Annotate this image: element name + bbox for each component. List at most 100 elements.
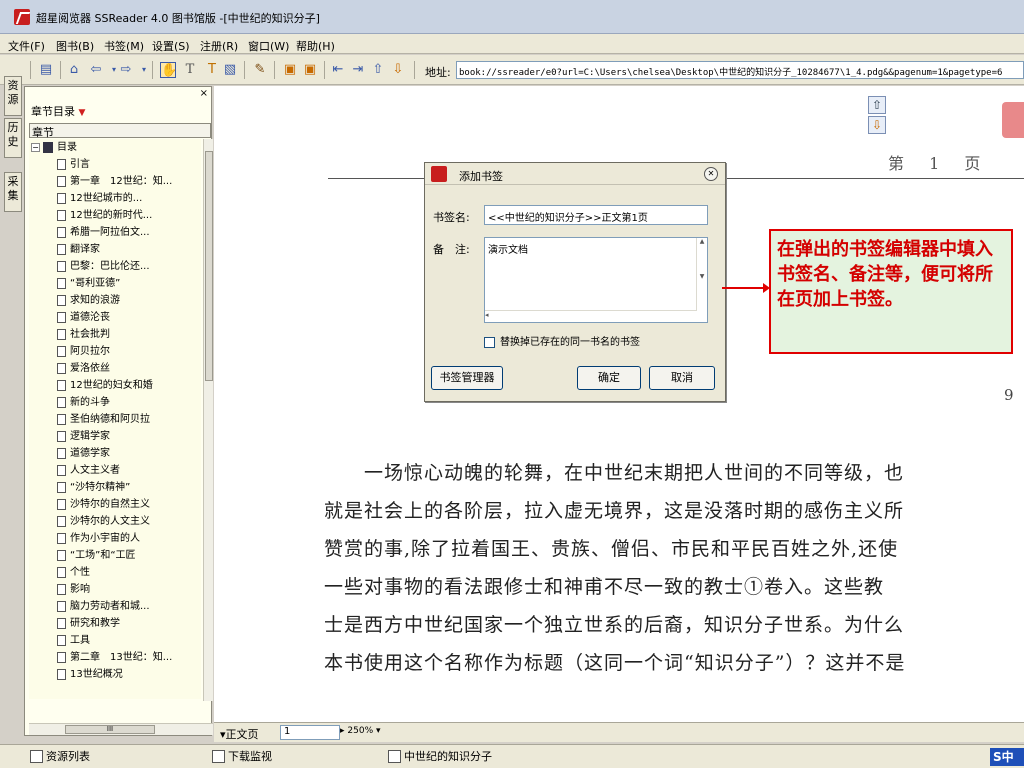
tree-item[interactable]: “沙特尔精神” <box>57 479 199 496</box>
page-down-icon[interactable]: ⇩ <box>390 62 406 78</box>
tree-vertical-scrollbar[interactable] <box>203 139 213 701</box>
page-down-icon[interactable]: ⇩ <box>868 116 886 134</box>
menu-window[interactable]: 窗口(W) <box>248 38 289 54</box>
page-up-icon[interactable]: ⇧ <box>370 62 386 78</box>
tree-item[interactable]: 阿贝拉尔 <box>57 343 199 360</box>
note-field[interactable]: 演示文档 ▲ ▼ ◂ <box>484 237 708 323</box>
tree-item[interactable]: 作为小宇宙的人 <box>57 530 199 547</box>
tree-item[interactable]: 脑力劳动者和城... <box>57 598 199 615</box>
tree-item[interactable]: 个性 <box>57 564 199 581</box>
status-download-monitor[interactable]: 下载监视 <box>210 748 380 766</box>
tree-item-label: “沙特尔精神” <box>70 482 131 493</box>
note-vertical-scrollbar[interactable]: ▲ ▼ <box>696 238 707 310</box>
tree-item[interactable]: 道德沦丧 <box>57 309 199 326</box>
tree-item[interactable]: 求知的浪游 <box>57 292 199 309</box>
tree-item[interactable]: “哥利亚德” <box>57 275 199 292</box>
bookmark-manager-button[interactable]: 书签管理器 <box>431 366 503 390</box>
tree-item[interactable]: 人文主义者 <box>57 462 199 479</box>
tab-history[interactable]: 历史 <box>4 118 22 158</box>
tree-item[interactable]: 逻辑学家 <box>57 428 199 445</box>
first-page-icon[interactable]: ⇤ <box>330 62 346 78</box>
tree-item[interactable]: 社会批判 <box>57 326 199 343</box>
close-icon[interactable]: ✕ <box>704 167 718 181</box>
page-header: 第 1 页 <box>888 154 991 173</box>
scroll-thumb[interactable] <box>205 151 213 381</box>
tree-item-label: 社会批判 <box>70 329 110 340</box>
hand-tool-icon[interactable]: ✋ <box>160 62 177 78</box>
status-open-book[interactable]: 中世纪的知识分子 <box>386 748 586 766</box>
tree-item[interactable]: 圣伯纳德和阿贝拉 <box>57 411 199 428</box>
tree-item[interactable]: 工具 <box>57 632 199 649</box>
tree-item-label: 翻译家 <box>70 244 100 255</box>
note-horizontal-scrollbar[interactable]: ◂ <box>485 310 697 321</box>
tree-item[interactable]: 12世纪的妇女和婚 <box>57 377 199 394</box>
tree-horizontal-scrollbar[interactable]: III <box>29 723 213 735</box>
forward-dropdown-icon[interactable]: ▾ <box>136 62 152 78</box>
page-number-input[interactable]: 1 <box>280 725 340 740</box>
page-up-icon[interactable]: ⇧ <box>868 96 886 114</box>
page-icon <box>57 311 66 323</box>
menu-bookmark[interactable]: 书签(M) <box>104 38 144 54</box>
tree-item[interactable]: 研究和教学 <box>57 615 199 632</box>
scroll-thumb[interactable]: III <box>65 725 155 734</box>
chapter-dropdown[interactable]: 章节目录 ▼ <box>31 103 85 119</box>
replace-checkbox-row[interactable]: 替换掉已存在的同一书名的书签 <box>484 333 640 348</box>
tree-item[interactable]: 第二章 13世纪：知... <box>57 649 199 666</box>
bookmark-add-icon[interactable]: ▣ <box>282 62 298 78</box>
status-bar: 资源列表 下载监视 中世纪的知识分子 S中 <box>0 744 1024 768</box>
tree-item[interactable]: 13世纪概况 <box>57 666 199 683</box>
page-type-dropdown[interactable]: ▾正文页 <box>220 726 259 742</box>
marker-icon[interactable]: ✎ <box>252 62 268 78</box>
tree-item[interactable]: 翻译家 <box>57 241 199 258</box>
back-icon[interactable]: ⇦ <box>88 62 104 78</box>
tree-item[interactable]: 爱洛依丝 <box>57 360 199 377</box>
bookmark-name-field[interactable]: <<中世纪的知识分子>>正文第1页 <box>484 205 708 225</box>
tree-item[interactable]: 12世纪城市的... <box>57 190 199 207</box>
toolbar-separator <box>60 61 61 79</box>
menu-register[interactable]: 注册(R) <box>200 38 238 54</box>
tree-item[interactable]: 12世纪的新时代... <box>57 207 199 224</box>
page-icon <box>57 583 66 595</box>
tree-item[interactable]: 第一章 12世纪：知... <box>57 173 199 190</box>
tree-item[interactable]: 希腊一阿拉伯文... <box>57 224 199 241</box>
input-method-icon[interactable]: S中 <box>990 748 1024 766</box>
tree-item-label: “哥利亚德” <box>70 278 121 289</box>
menu-file[interactable]: 文件(F) <box>8 38 45 54</box>
address-field[interactable]: book://ssreader/e0?url=C:\Users\chelsea\… <box>456 61 1024 79</box>
tree-item[interactable]: 影响 <box>57 581 199 598</box>
tree-item[interactable]: 沙特尔的自然主义 <box>57 496 199 513</box>
forward-icon[interactable]: ⇨ <box>118 62 134 78</box>
tab-collect[interactable]: 采集 <box>4 172 22 212</box>
text-recognize-icon[interactable]: T <box>204 62 220 78</box>
collapse-icon[interactable]: − <box>31 142 40 152</box>
menu-settings[interactable]: 设置(S) <box>152 38 190 54</box>
last-page-icon[interactable]: ⇥ <box>350 62 366 78</box>
ok-button[interactable]: 确定 <box>577 366 641 390</box>
tree-item[interactable]: 引言 <box>57 156 199 173</box>
status-label: 中世纪的知识分子 <box>404 750 492 763</box>
page-icon <box>57 651 66 663</box>
zoom-dropdown[interactable]: ▸ 250% ▾ <box>340 726 381 736</box>
tab-resources[interactable]: 资源 <box>4 76 22 116</box>
tree-item[interactable]: 沙特尔的人文主义 <box>57 513 199 530</box>
tree-item[interactable]: “工场”和“工匠 <box>57 547 199 564</box>
bookmark-icon[interactable]: ▣ <box>302 62 318 78</box>
cancel-button[interactable]: 取消 <box>649 366 715 390</box>
toolbar-separator <box>274 61 275 79</box>
menu-book[interactable]: 图书(B) <box>56 38 94 54</box>
app-logo-icon <box>14 9 30 25</box>
close-icon[interactable]: × <box>200 88 208 99</box>
tree-item[interactable]: − 目录 <box>31 139 199 156</box>
text-select-icon[interactable]: T <box>182 62 198 78</box>
page-icon <box>57 464 66 476</box>
column-header: 章节 <box>29 123 211 139</box>
tree-item[interactable]: 道德学家 <box>57 445 199 462</box>
replace-checkbox[interactable] <box>484 336 495 348</box>
home-icon[interactable]: ⌂ <box>66 62 82 78</box>
status-resource-list[interactable]: 资源列表 <box>28 748 208 766</box>
tree-item[interactable]: 新的斗争 <box>57 394 199 411</box>
tree-item[interactable]: 巴黎：巴比伦还... <box>57 258 199 275</box>
home-icon[interactable]: ▤ <box>38 62 54 78</box>
menu-help[interactable]: 帮助(H) <box>296 38 335 54</box>
area-select-icon[interactable]: ▧ <box>222 62 238 78</box>
